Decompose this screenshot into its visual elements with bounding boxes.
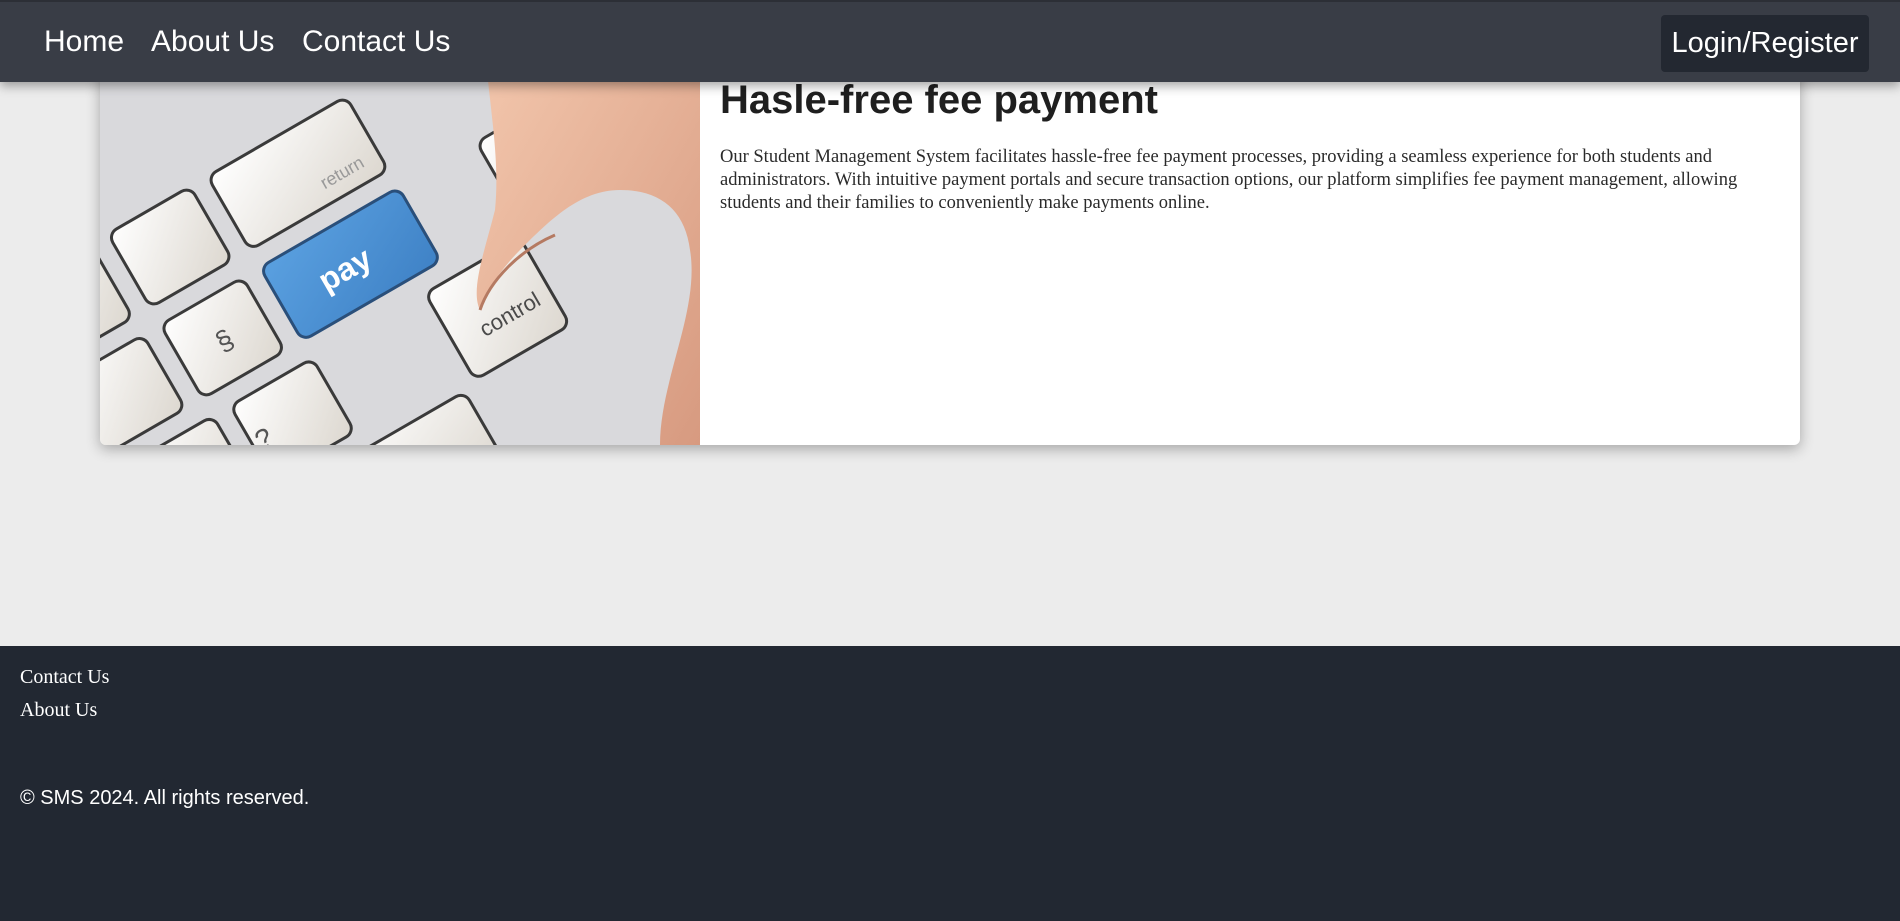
nav-link-about-us[interactable]: About Us xyxy=(151,24,274,60)
feature-card: pay control alt option return § ? Hasle-… xyxy=(100,50,1800,445)
footer-link-contact-us[interactable]: Contact Us xyxy=(20,665,109,689)
top-navbar: Home About Us Contact Us Login/Register xyxy=(0,0,1900,82)
nav-link-home[interactable]: Home xyxy=(44,24,124,60)
feature-title: Hasle-free fee payment xyxy=(720,78,1158,122)
feature-description: Our Student Management System facilitate… xyxy=(720,147,1738,213)
nav-link-contact-us[interactable]: Contact Us xyxy=(302,24,450,60)
footer-link-about-us[interactable]: About Us xyxy=(20,698,97,722)
copyright-text: © SMS 2024. All rights reserved. xyxy=(20,787,310,809)
keyboard-pay-key-photo: pay control alt option return § ? xyxy=(100,50,700,445)
login-register-button[interactable]: Login/Register xyxy=(1661,15,1869,72)
footer: Contact Us About Us © SMS 2024. All righ… xyxy=(0,646,1900,921)
